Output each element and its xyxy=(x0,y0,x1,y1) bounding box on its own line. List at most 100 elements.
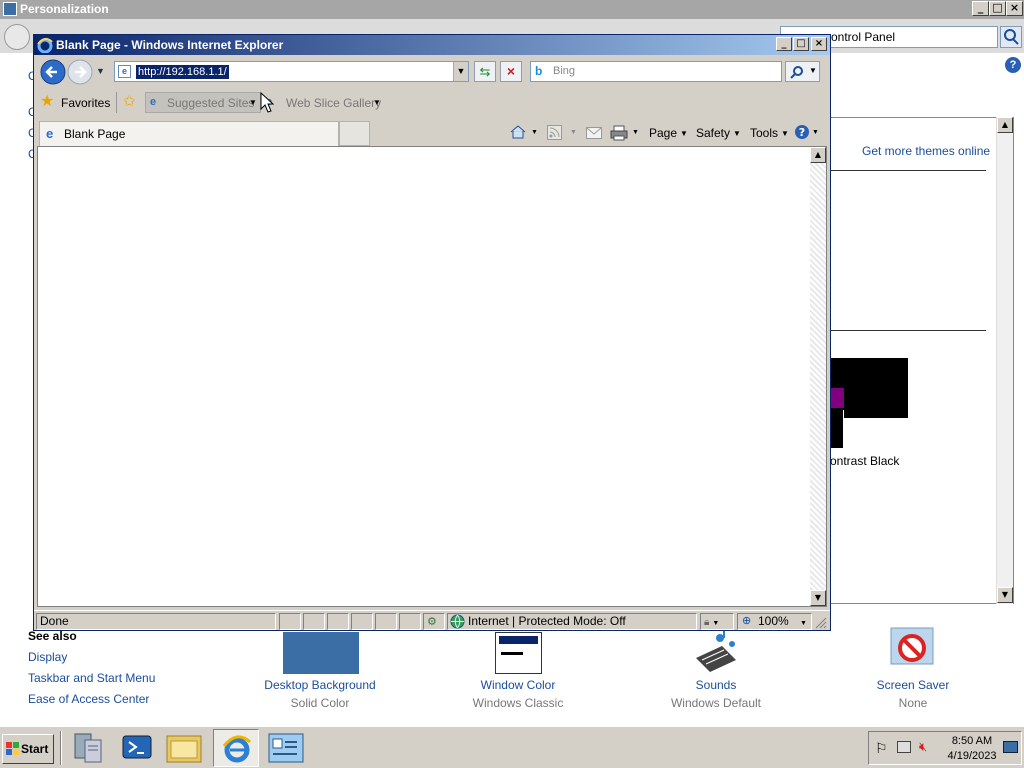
status-pane xyxy=(375,613,397,630)
feeds-icon[interactable] xyxy=(547,125,562,140)
get-more-themes-link[interactable]: Get more themes online xyxy=(862,144,990,158)
sounds-value: Windows Default xyxy=(670,696,762,710)
suggested-sites-button[interactable]: e Suggested Sites ▼ xyxy=(145,92,261,113)
favorites-bar: ★ Favorites ✩ e Suggested Sites ▼ e Web … xyxy=(34,90,830,116)
ie-taskbar-button[interactable] xyxy=(213,729,259,767)
add-to-favorites-icon[interactable]: ✩ xyxy=(123,93,136,111)
ie-maximize-button[interactable]: □ xyxy=(793,37,809,51)
ie-title-text: Blank Page - Windows Internet Explorer xyxy=(56,38,284,52)
favorites-button[interactable]: Favorites xyxy=(61,96,110,110)
back-button[interactable] xyxy=(4,24,30,50)
status-pane xyxy=(399,613,421,630)
screen-saver-icon[interactable] xyxy=(888,626,938,674)
personalization-titlebar: Personalization _ □ × xyxy=(0,0,1024,19)
ie-logo-icon xyxy=(222,735,252,763)
window-color-link[interactable]: Window Color xyxy=(448,678,588,692)
chevron-down-icon: ▼ xyxy=(712,620,720,627)
powershell-icon[interactable] xyxy=(116,730,158,766)
safety-menu-button[interactable]: Safety ▼ xyxy=(696,126,741,141)
search-go-button[interactable]: ▼ xyxy=(785,61,820,82)
address-dropdown-button[interactable]: ▼ xyxy=(453,62,468,81)
see-also-heading: See also xyxy=(28,629,77,643)
personalization-title: Personalization xyxy=(20,2,109,16)
scroll-up-button[interactable]: ▲ xyxy=(997,117,1013,133)
divider xyxy=(830,330,986,331)
ie-back-button[interactable] xyxy=(40,59,66,85)
clock-date[interactable]: 4/19/2023 xyxy=(945,750,999,762)
ie-forward-button[interactable] xyxy=(67,59,93,85)
new-tab-button[interactable] xyxy=(339,121,370,146)
mail-icon[interactable] xyxy=(586,127,602,139)
chevron-down-icon: ▼ xyxy=(800,620,807,627)
control-panel-icon xyxy=(3,2,17,16)
tab-blank-page[interactable]: e Blank Page xyxy=(39,121,339,146)
show-desktop-icon[interactable] xyxy=(1003,741,1018,753)
help-icon[interactable]: ? xyxy=(794,124,810,140)
recent-pages-chevron-icon[interactable]: ▼ xyxy=(96,66,105,76)
minimize-button[interactable]: _ xyxy=(972,1,989,16)
action-center-flag-icon[interactable]: ⚐ xyxy=(875,740,888,757)
server-manager-icon[interactable] xyxy=(67,730,109,766)
scroll-down-button[interactable]: ▼ xyxy=(810,590,826,606)
address-bar[interactable]: e http://192.168.1.1/ xyxy=(114,61,469,82)
explorer-folder-icon[interactable] xyxy=(163,730,205,766)
chevron-down-icon: ▼ xyxy=(249,98,257,107)
tools-menu-button[interactable]: Tools ▼ xyxy=(750,126,789,141)
zoom-level: 100% xyxy=(758,614,789,628)
chevron-down-icon[interactable]: ▼ xyxy=(531,129,538,136)
network-icon[interactable] xyxy=(897,741,911,753)
see-also-display[interactable]: Display xyxy=(28,650,67,664)
help-icon[interactable]: ? xyxy=(1005,57,1021,73)
status-pane xyxy=(303,613,325,630)
chevron-down-icon[interactable]: ▼ xyxy=(812,129,819,136)
start-button[interactable]: Start xyxy=(2,734,54,764)
protected-mode-button[interactable]: 🔒︎ ▼ xyxy=(700,613,734,630)
refresh-button[interactable]: ⇆ xyxy=(474,61,496,82)
ie-titlebar[interactable]: Blank Page - Windows Internet Explorer _… xyxy=(34,35,830,55)
resize-grip-icon[interactable] xyxy=(815,617,827,629)
stop-button[interactable]: × xyxy=(500,61,522,82)
window-color-icon[interactable] xyxy=(495,632,542,674)
search-icon xyxy=(790,66,803,79)
desktop-background-link[interactable]: Desktop Background xyxy=(250,678,390,692)
theme-preview-accent xyxy=(830,388,844,408)
screen-saver-link[interactable]: Screen Saver xyxy=(843,678,983,692)
web-slice-gallery-button[interactable]: Web Slice Gallery xyxy=(286,96,381,110)
ie-minimize-button[interactable]: _ xyxy=(776,37,792,51)
see-also-ease-of-access[interactable]: Ease of Access Center xyxy=(28,692,149,706)
globe-icon xyxy=(450,614,465,629)
page-scrollbar[interactable]: ▲ ▼ xyxy=(810,147,826,606)
status-pane xyxy=(351,613,373,630)
ie-close-button[interactable]: × xyxy=(811,37,827,51)
volume-muted-icon[interactable]: 🔇︎ xyxy=(919,739,927,755)
chevron-down-icon[interactable]: ▼ xyxy=(632,129,639,136)
address-text[interactable]: http://192.168.1.1/ xyxy=(136,65,229,79)
home-icon[interactable] xyxy=(509,124,527,140)
status-text: Done xyxy=(36,613,276,630)
zoom-button[interactable]: ⊕ 100% ▼ xyxy=(737,613,812,630)
desktop-background-swatch[interactable] xyxy=(283,632,359,674)
chevron-down-icon[interactable]: ▼ xyxy=(570,129,577,136)
page-content[interactable] xyxy=(37,146,827,607)
status-pane xyxy=(279,613,301,630)
print-icon[interactable] xyxy=(610,125,628,141)
taskbar: Start ⚐ 🔇︎ 8:50 AM 4/19/2023 xyxy=(0,726,1024,768)
divider xyxy=(830,170,986,171)
maximize-button[interactable]: □ xyxy=(989,1,1006,16)
page-menu-button[interactable]: Page ▼ xyxy=(649,126,688,141)
control-panel-icon[interactable] xyxy=(265,730,307,766)
themes-scrollbar[interactable]: ▲ ▼ xyxy=(996,117,1013,604)
scroll-down-button[interactable]: ▼ xyxy=(997,587,1013,603)
close-button[interactable]: × xyxy=(1006,1,1023,16)
scroll-up-button[interactable]: ▲ xyxy=(810,147,826,163)
tab-row: e Blank Page ▼ ▼ ▼ Page ▼ Safety ▼ Tools ▼ … xyxy=(34,119,830,147)
sounds-icon[interactable] xyxy=(692,630,740,674)
cp-search-button[interactable] xyxy=(1000,26,1022,48)
status-pane: ⚙ xyxy=(423,613,445,630)
sounds-link[interactable]: Sounds xyxy=(646,678,786,692)
clock-time[interactable]: 8:50 AM xyxy=(945,735,999,747)
see-also-taskbar[interactable]: Taskbar and Start Menu xyxy=(28,671,155,685)
search-options-chevron-icon[interactable]: ▼ xyxy=(809,66,817,75)
security-zone[interactable]: Internet | Protected Mode: Off xyxy=(447,613,697,630)
search-input[interactable]: b Bing xyxy=(530,61,782,82)
